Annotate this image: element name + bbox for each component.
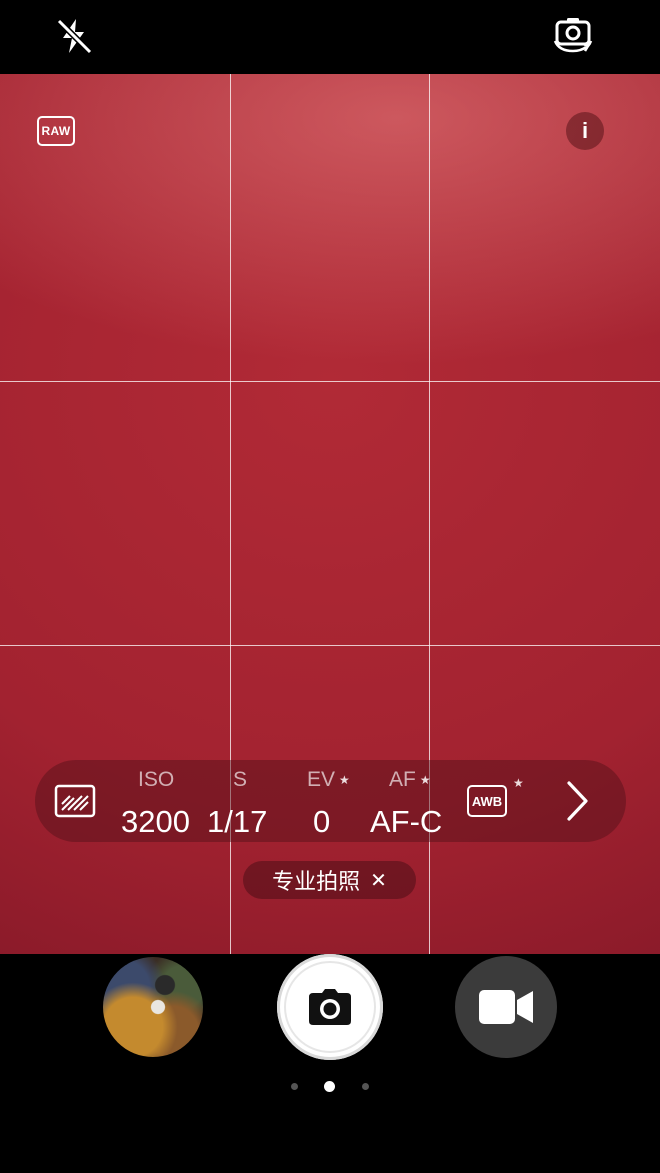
mode-page-indicator <box>0 1079 660 1093</box>
top-bar <box>0 0 660 74</box>
gallery-thumbnail[interactable] <box>103 957 203 1057</box>
awb-star-icon: ★ <box>513 776 524 790</box>
af-label-group: AF ★ <box>389 768 431 792</box>
page-dot[interactable] <box>291 1083 298 1090</box>
iso-value: 3200 <box>121 804 190 839</box>
flash-off-icon[interactable] <box>52 14 96 58</box>
metering-mode-icon[interactable] <box>53 781 97 821</box>
iso-label: ISO <box>138 768 175 791</box>
af-value: AF-C <box>370 804 443 839</box>
info-button[interactable]: i <box>566 112 604 150</box>
awb-setting[interactable]: AWB ★ <box>465 760 535 842</box>
page-dot[interactable] <box>362 1083 369 1090</box>
video-camera-icon <box>479 990 533 1024</box>
ev-setting[interactable]: EV ★ 0 <box>297 760 367 842</box>
page-dot-active[interactable] <box>324 1081 335 1092</box>
camera-icon <box>309 989 351 1025</box>
pro-mode-chip[interactable]: 专业拍照 ✕ <box>243 861 416 899</box>
grid-line <box>0 381 660 382</box>
pro-mode-label: 专业拍照 <box>272 869 361 894</box>
close-icon[interactable]: ✕ <box>370 868 387 893</box>
awb-icon: AWB <box>467 785 507 817</box>
af-star-icon: ★ <box>419 773 431 787</box>
camera-viewfinder[interactable]: RAW i ISO 3200 S 1/17 EV ★ 0 AF ★ AF-C A… <box>0 74 660 954</box>
ev-value: 0 <box>313 804 331 839</box>
pro-settings-panel: ISO 3200 S 1/17 EV ★ 0 AF ★ AF-C AWB ★ <box>35 760 626 842</box>
ev-label-group: EV ★ <box>307 768 350 792</box>
raw-toggle[interactable]: RAW <box>37 116 75 146</box>
ev-label: EV <box>307 768 336 791</box>
chevron-right-icon[interactable] <box>557 778 597 824</box>
video-mode-button[interactable] <box>455 956 557 1058</box>
switch-camera-icon[interactable] <box>550 13 596 57</box>
bottom-bar <box>0 954 660 1173</box>
af-label: AF <box>389 768 416 791</box>
shutter-speed-setting[interactable]: S 1/17 <box>205 760 285 842</box>
shutter-value: 1/17 <box>207 804 268 839</box>
shutter-button[interactable] <box>277 954 383 1060</box>
iso-setting[interactable]: ISO 3200 <box>115 760 207 842</box>
ev-star-icon: ★ <box>339 773 350 787</box>
shutter-inner <box>284 961 376 1053</box>
shutter-label: S <box>233 768 248 791</box>
grid-line <box>0 645 660 646</box>
af-setting[interactable]: AF ★ AF-C <box>365 760 455 842</box>
